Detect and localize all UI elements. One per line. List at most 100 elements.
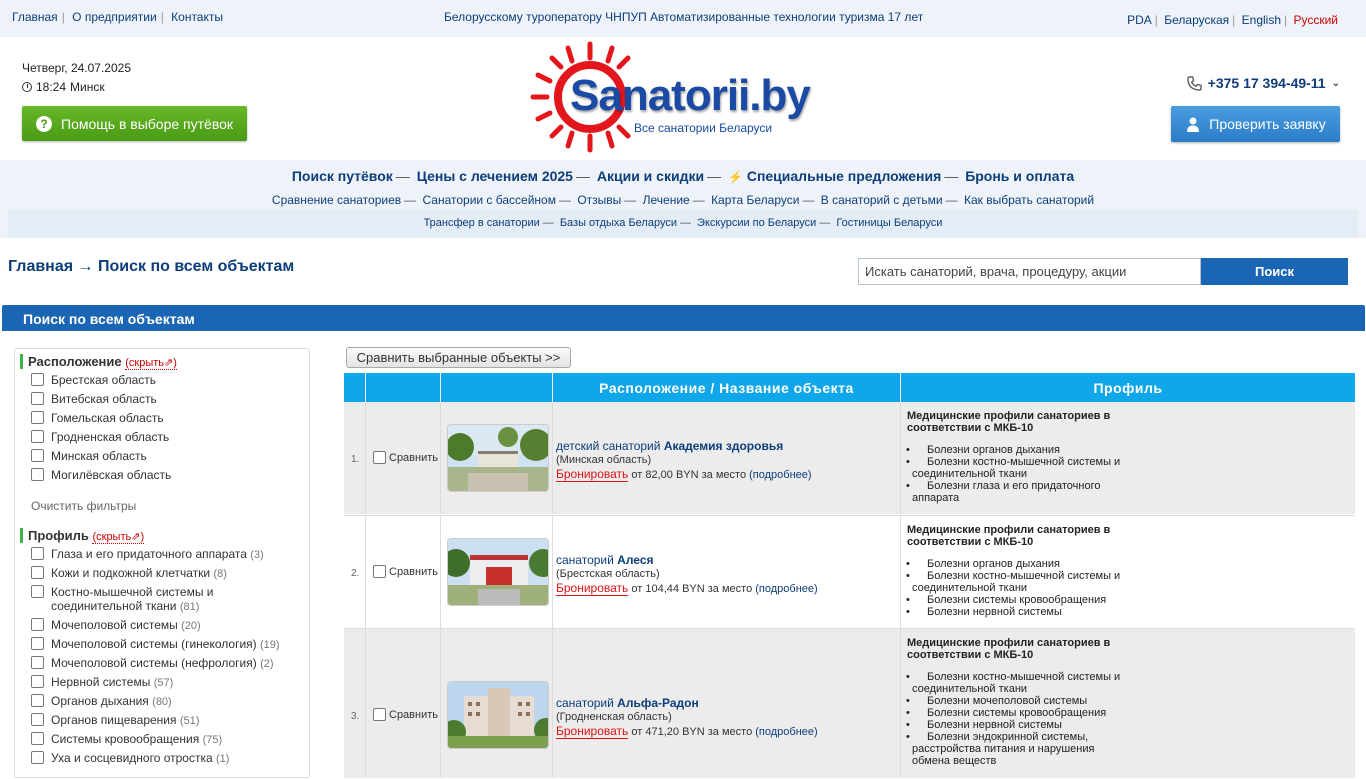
filter-region-gomel[interactable]: Гомельская область: [31, 411, 301, 425]
menu-promotions[interactable]: Акции и скидки: [597, 168, 704, 184]
profile-item: Болезни системы кровообращения: [906, 707, 1127, 719]
book-link[interactable]: Бронировать: [556, 581, 629, 596]
compare-checkbox[interactable]: Сравнить: [373, 708, 438, 721]
checkbox[interactable]: [31, 392, 44, 405]
menu-hotels[interactable]: Гостиницы Беларуси: [836, 217, 942, 229]
checkbox[interactable]: [31, 694, 44, 707]
menu-booking-payment[interactable]: Бронь и оплата: [965, 168, 1074, 184]
checkbox[interactable]: [31, 732, 44, 745]
checkbox[interactable]: [373, 708, 386, 721]
top-nav-about[interactable]: О предприятии: [72, 10, 157, 24]
sanatorium-name-link[interactable]: санаторий Альфа-Радон: [556, 696, 699, 710]
lang-russian[interactable]: Русский: [1293, 13, 1338, 27]
filter-region-grodno[interactable]: Гродненская область: [31, 430, 301, 444]
secondary-menu: Сравнение санаториев — Санатории с бассей…: [271, 193, 1095, 207]
profile-item: Болезни глаза и его придаточного аппарат…: [906, 480, 1127, 504]
filter-profile-item[interactable]: Мочеполовой системы (нефрология) (2): [31, 656, 301, 670]
filter-region-brest[interactable]: Брестская область: [31, 373, 301, 387]
breadcrumb-home[interactable]: Главная: [8, 258, 73, 275]
filter-region-minsk[interactable]: Минская область: [31, 449, 301, 463]
search-input[interactable]: [858, 258, 1201, 285]
lang-english[interactable]: English: [1242, 13, 1281, 27]
help-choose-label: Помощь в выборе путёвок: [61, 115, 234, 132]
compare-selected-button[interactable]: Сравнить выбранные объекты >>: [346, 347, 571, 368]
menu-recreation-bases[interactable]: Базы отдыха Беларуси: [560, 217, 677, 229]
menu-how-to-choose[interactable]: Как выбрать санаторий: [964, 193, 1094, 207]
check-order-button[interactable]: Проверить заявку: [1171, 106, 1340, 142]
compare-checkbox[interactable]: Сравнить: [373, 451, 438, 464]
filter-region-mogilev[interactable]: Могилёвская область: [31, 468, 301, 482]
menu-special-offers[interactable]: Специальные предложения: [747, 168, 941, 184]
sanatorium-name-link[interactable]: санаторий Алеся: [556, 553, 654, 567]
profile-item: Болезни костно-мышечной системы и соедин…: [906, 570, 1127, 594]
details-link[interactable]: (подробнее): [749, 469, 811, 481]
filter-profile-item[interactable]: Костно-мышечной системы и соединительной…: [20, 585, 290, 613]
clear-filters-link[interactable]: Очистить фильтры: [31, 499, 136, 513]
sanatorium-photo[interactable]: [447, 681, 549, 749]
checkbox[interactable]: [31, 637, 44, 650]
filter-profile-item[interactable]: Кожи и подкожной клетчатки (8): [31, 566, 301, 580]
col-profile-header: Профиль: [900, 373, 1355, 402]
menu-transfer[interactable]: Трансфер в санатории: [424, 217, 540, 229]
menu-prices[interactable]: Цены с лечением 2025: [417, 168, 573, 184]
book-link[interactable]: Бронировать: [556, 724, 629, 739]
checkbox[interactable]: [31, 468, 44, 481]
filter-profile-item[interactable]: Глаза и его придаточного аппарата (3): [31, 547, 301, 561]
filter-profile-item[interactable]: Органов пищеварения (51): [31, 713, 301, 727]
checkbox[interactable]: [31, 411, 44, 424]
lang-pda[interactable]: PDA: [1127, 13, 1152, 27]
details-link[interactable]: (подробнее): [755, 726, 817, 738]
sanatorium-info: санаторий Алеся (Брестская область) Брон…: [556, 553, 818, 596]
phone-number[interactable]: +375 17 394-49-11 ⌄: [1186, 75, 1340, 91]
details-link[interactable]: (подробнее): [755, 583, 817, 595]
menu-with-kids[interactable]: В санаторий с детьми: [821, 193, 943, 207]
menu-search-trips[interactable]: Поиск путёвок: [292, 168, 393, 184]
checkbox[interactable]: [31, 751, 44, 764]
book-link[interactable]: Бронировать: [556, 467, 629, 482]
filter-profile-item[interactable]: Органов дыхания (80): [31, 694, 301, 708]
top-nav-home[interactable]: Главная: [12, 10, 58, 24]
filter-profile-item[interactable]: Нервной системы (57): [31, 675, 301, 689]
checkbox[interactable]: [31, 656, 44, 669]
compare-checkbox[interactable]: Сравнить: [373, 565, 438, 578]
filter-profile-item[interactable]: Мочеполовой системы (гинекология) (19): [31, 637, 301, 651]
filter-profile-item[interactable]: Уха и сосцевидного отростка (1): [31, 751, 301, 765]
filter-profile-hide[interactable]: (скрыть⇗): [92, 531, 145, 544]
filter-profile-item[interactable]: Системы кровообращения (75): [31, 732, 301, 746]
table-row: 1. Сравнить детский санаторий Академия з…: [344, 402, 1355, 515]
check-order-label: Проверить заявку: [1209, 116, 1326, 132]
sanatorium-photo[interactable]: [447, 538, 549, 606]
sanatorium-name-link[interactable]: детский санаторий Академия здоровья: [556, 439, 783, 453]
checkbox[interactable]: [373, 451, 386, 464]
menu-compare[interactable]: Сравнение санаториев: [272, 193, 401, 207]
menu-map[interactable]: Карта Беларуси: [711, 193, 799, 207]
checkbox[interactable]: [31, 566, 44, 579]
menu-treatment[interactable]: Лечение: [643, 193, 690, 207]
sanatorium-photo[interactable]: [447, 424, 549, 492]
checkbox[interactable]: [31, 373, 44, 386]
site-logo[interactable]: Sanatorii.by Все санатории Беларуси: [530, 41, 840, 153]
menu-pool[interactable]: Санатории с бассейном: [422, 193, 556, 207]
top-nav-contacts[interactable]: Контакты: [171, 10, 223, 24]
checkbox[interactable]: [31, 430, 44, 443]
checkbox[interactable]: [31, 547, 44, 560]
filter-profile-item[interactable]: Мочеполовой системы (20): [31, 618, 301, 632]
filter-region-vitebsk[interactable]: Витебская область: [31, 392, 301, 406]
help-choose-button[interactable]: ? Помощь в выборе путёвок: [22, 106, 247, 141]
chevron-down-icon[interactable]: ⌄: [1332, 78, 1340, 89]
tertiary-menu: Трансфер в санатории — Базы отдыха Белару…: [8, 210, 1358, 238]
profile-item: Болезни костно-мышечной системы и соедин…: [906, 456, 1127, 480]
checkbox[interactable]: [373, 565, 386, 578]
lang-belarusian[interactable]: Беларуская: [1164, 13, 1229, 27]
filter-location-hide[interactable]: (скрыть⇗): [125, 357, 177, 370]
filter-location-header: Расположение (скрыть⇗): [20, 354, 177, 370]
checkbox[interactable]: [31, 449, 44, 462]
checkbox[interactable]: [31, 618, 44, 631]
menu-excursions[interactable]: Экскурсии по Беларуси: [697, 217, 816, 229]
checkbox[interactable]: [31, 675, 44, 688]
time-value: 18:24: [36, 80, 67, 94]
checkbox[interactable]: [31, 713, 44, 726]
search-button[interactable]: Поиск: [1201, 258, 1348, 285]
menu-reviews[interactable]: Отзывы: [577, 193, 621, 207]
table-header: Расположение / Название объекта Профиль: [344, 373, 1355, 402]
